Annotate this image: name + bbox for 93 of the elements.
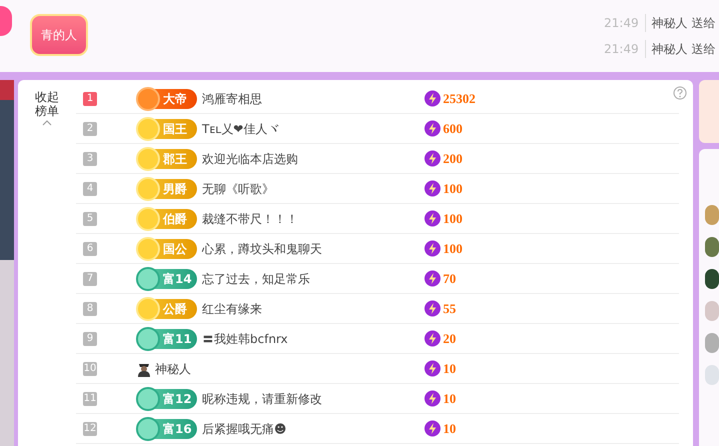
ranking-row[interactable]: 11 富12 昵称违规，请重新修改 10 [76,384,679,414]
gift-value: 10 [443,390,456,408]
rank-number: 3 [83,152,97,166]
gift-value: 70 [443,270,456,288]
lightning-coin-icon [424,360,441,377]
lightning-coin-icon [424,330,441,347]
message-time: 21:49 [604,40,646,58]
title-emblem-icon [136,236,160,260]
lightning-coin-icon [424,210,441,227]
ranking-row[interactable]: 10 神秘人 10 [76,354,679,384]
user-name: Tᴇʟ乂❤佳人ヾ [202,120,280,138]
rank-number: 6 [83,242,97,256]
ranking-row[interactable]: 4 男爵 无聊《听歌》 100 [76,174,679,204]
lightning-coin-icon [424,300,441,317]
user-name: 忘了过去，知足常乐 [202,270,310,288]
rank-title-badge: 伯爵 [137,208,197,228]
rank-number: 4 [83,182,97,196]
title-emblem-icon [136,296,160,320]
rank-title-badge: 大帝 [137,88,197,108]
rank-number: 1 [83,92,97,106]
gift-value: 100 [443,210,462,228]
badge-label: 青的人 [41,27,77,44]
gift-value: 200 [443,150,462,168]
rank-number: 7 [83,272,97,286]
collapse-ranking-button[interactable]: 收起榜单 [18,80,76,446]
ranking-row[interactable]: 5 伯爵 裁缝不带尺！！！ 100 [76,204,679,234]
user-name: 裁缝不带尺！！！ [202,210,298,228]
ranking-row[interactable]: 2 国王 Tᴇʟ乂❤佳人ヾ 600 [76,114,679,144]
user-name: 红尘有缘来 [202,300,262,318]
ranking-row[interactable]: 7 富14 忘了过去，知足常乐 70 [76,264,679,294]
title-emblem-icon [136,116,160,140]
rank-title-badge: 男爵 [137,178,197,198]
user-name: 欢迎光临本店选购 [202,150,298,168]
gift-message: 神秘人 送给 [652,15,716,32]
lightning-coin-icon [424,90,441,107]
lightning-coin-icon [424,150,441,167]
title-emblem-icon [136,176,160,200]
rank-number: 10 [83,362,97,376]
rank-number: 5 [83,212,97,226]
rank-number: 9 [83,332,97,346]
title-emblem-icon [136,416,160,440]
rank-title-badge: 国王 [137,118,197,138]
user-name: 后紧握哦无痛☻ [202,420,287,438]
ranking-row[interactable]: 9 富11 〓我姓韩bcfnrx 20 [76,324,679,354]
viewer-avatar[interactable] [705,237,719,257]
rank-number: 8 [83,302,97,316]
title-emblem-icon [136,386,160,410]
ranking-row[interactable]: 12 富16 后紧握哦无痛☻ 10 [76,414,679,444]
gift-message: 神秘人 送给 [652,41,716,58]
gift-value: 100 [443,240,462,258]
user-name: 鸿雁寄相思 [202,90,262,108]
rank-title-badge: 郡王 [137,148,197,168]
rank-title-badge: 公爵 [137,298,197,318]
rank-title-badge: 富16 [137,418,197,438]
user-name: 神秘人 [155,360,191,378]
lightning-coin-icon [424,420,441,437]
gift-value: 10 [443,420,456,438]
gift-value: 20 [443,330,456,348]
rank-title-badge: 国公 [137,238,197,258]
gift-value: 10 [443,360,456,378]
help-icon[interactable] [673,86,687,100]
lightning-coin-icon [424,180,441,197]
viewer-avatar[interactable] [705,269,719,289]
gift-value: 25302 [443,90,476,108]
user-name: 昵称违规，请重新修改 [202,390,322,408]
title-emblem-icon [136,206,160,230]
rank-number: 11 [83,392,97,406]
message-time: 21:49 [604,14,646,32]
title-emblem-icon [136,326,160,350]
rank-title-badge: 富12 [137,388,197,408]
user-name: 心累，蹲坟头和鬼聊天 [202,240,322,258]
lightning-coin-icon [424,270,441,287]
gift-value: 55 [443,300,456,318]
title-emblem-icon [136,86,160,110]
lightning-coin-icon [424,390,441,407]
rank-number: 2 [83,122,97,136]
user-name: 〓我姓韩bcfnrx [202,330,288,348]
ranking-row[interactable]: 8 公爵 红尘有缘来 55 [76,294,679,324]
rank-title-badge: 富14 [137,268,197,288]
caret-up-icon [42,120,52,126]
gift-value: 600 [443,120,462,138]
title-emblem-icon [136,266,160,290]
title-emblem-icon [136,146,160,170]
gift-value: 100 [443,180,462,198]
user-name: 无聊《听歌》 [202,180,274,198]
lightning-coin-icon [424,240,441,257]
ranking-row[interactable]: 6 国公 心累，蹲坟头和鬼聊天 100 [76,234,679,264]
rank-title-badge: 富11 [137,328,197,348]
rank-number: 12 [83,422,97,436]
lightning-coin-icon [424,120,441,137]
side-card [699,80,719,143]
ranking-row[interactable]: 3 郡王 欢迎光临本店选购 200 [76,144,679,174]
ranking-row[interactable]: 1 大帝 鸿雁寄相思 25302 [76,84,679,114]
